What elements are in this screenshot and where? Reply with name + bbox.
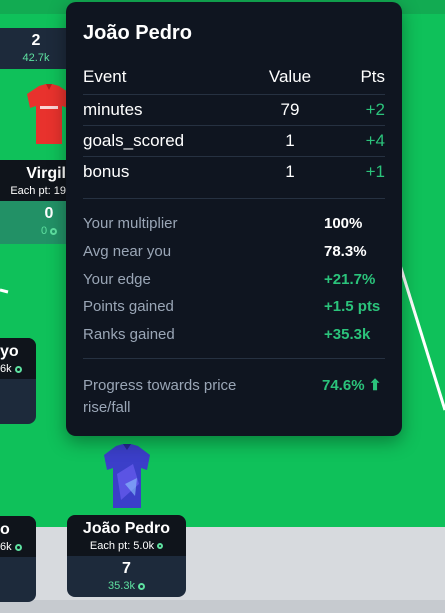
- price-progress: Progress towards price rise/fall 74.6% ⬆: [83, 375, 385, 419]
- stat-value: +1.5 pts: [324, 298, 381, 315]
- player-card-left-bottom[interactable]: o 6k: [0, 516, 36, 602]
- ownership-icon: [137, 582, 145, 590]
- header-event: Event: [83, 60, 255, 95]
- tooltip-title: João Pedro: [83, 22, 192, 44]
- table-row: goals_scored 1 +4: [83, 125, 385, 157]
- stat-value: 78.3%: [324, 243, 367, 260]
- player-owned: 35.3k: [67, 579, 186, 597]
- stat-label: Your edge: [83, 271, 151, 288]
- player-each-pt: Each pt: 5.0k: [67, 539, 186, 556]
- stat-label: Points gained: [83, 298, 174, 315]
- player-points: 7: [67, 556, 186, 579]
- player-name: João Pedro: [67, 515, 186, 539]
- event-points: +1: [365, 161, 385, 181]
- stat-value: 100%: [324, 215, 363, 232]
- stat-row-points-gained: Points gained +1.5 pts: [83, 297, 385, 317]
- ownership-icon: [14, 543, 22, 551]
- stat-label: Ranks gained: [83, 326, 175, 343]
- progress-label: Progress towards price rise/fall: [83, 377, 237, 416]
- stat-value: +21.7%: [324, 271, 376, 288]
- player-owned: 6k: [0, 540, 36, 557]
- header-pts: Pts: [325, 60, 385, 95]
- stat-row-avg-near-you: Avg near you 78.3%: [83, 242, 385, 262]
- player-name: Virgil: [0, 160, 68, 184]
- event-value: 1: [285, 161, 295, 181]
- stat-label: Your multiplier: [83, 215, 178, 232]
- player-owned: 42.7k: [0, 51, 72, 69]
- stat-row-your-edge: Your edge +21.7%: [83, 270, 385, 290]
- ownership-icon: [157, 543, 164, 550]
- player-card-joao-pedro[interactable]: João Pedro Each pt: 5.0k 7 35.3k: [67, 515, 186, 597]
- stat-row-multiplier: Your multiplier 100%: [83, 214, 385, 234]
- player-points-tooltip: João Pedro Event Value Pts minutes 79 +2…: [66, 2, 402, 436]
- divider: [83, 358, 385, 359]
- player-points: 0: [0, 201, 68, 224]
- player-card-top-left[interactable]: 2 42.7k: [0, 28, 72, 69]
- player-owned: 6k: [0, 362, 36, 379]
- player-owned: 0: [0, 224, 68, 244]
- ownership-icon: [14, 365, 22, 373]
- player-points: 2: [0, 28, 72, 51]
- player-name: o: [0, 516, 36, 540]
- table-header-row: Event Value Pts: [83, 60, 385, 95]
- header-value: Value: [255, 60, 325, 95]
- event-name: goals_scored: [83, 125, 255, 157]
- event-name: bonus: [83, 161, 130, 181]
- event-points: +2: [325, 94, 385, 126]
- bottom-bar: [0, 600, 445, 613]
- ownership-icon: [50, 227, 58, 235]
- player-each-pt: Each pt: 19: [0, 184, 68, 201]
- player-card-left-mid[interactable]: yo 6k: [0, 338, 36, 424]
- table-row: bonus 1 +1: [83, 156, 385, 187]
- player-name: yo: [0, 338, 36, 362]
- progress-value: 74.6% ⬆: [322, 377, 382, 394]
- event-value: 79: [255, 94, 325, 126]
- event-name: minutes: [83, 94, 255, 126]
- divider: [83, 198, 385, 199]
- event-value: 1: [255, 125, 325, 157]
- stat-label: Avg near you: [83, 243, 172, 260]
- player-card-virgil[interactable]: Virgil Each pt: 19 0 0: [0, 160, 68, 244]
- blue-shirt-icon: [104, 444, 150, 508]
- stat-value: +35.3k: [324, 326, 371, 343]
- table-row: minutes 79 +2: [83, 94, 385, 126]
- stat-row-ranks-gained: Ranks gained +35.3k: [83, 325, 385, 345]
- event-points: +4: [325, 125, 385, 157]
- points-breakdown-table: Event Value Pts minutes 79 +2 goals_scor…: [83, 60, 385, 187]
